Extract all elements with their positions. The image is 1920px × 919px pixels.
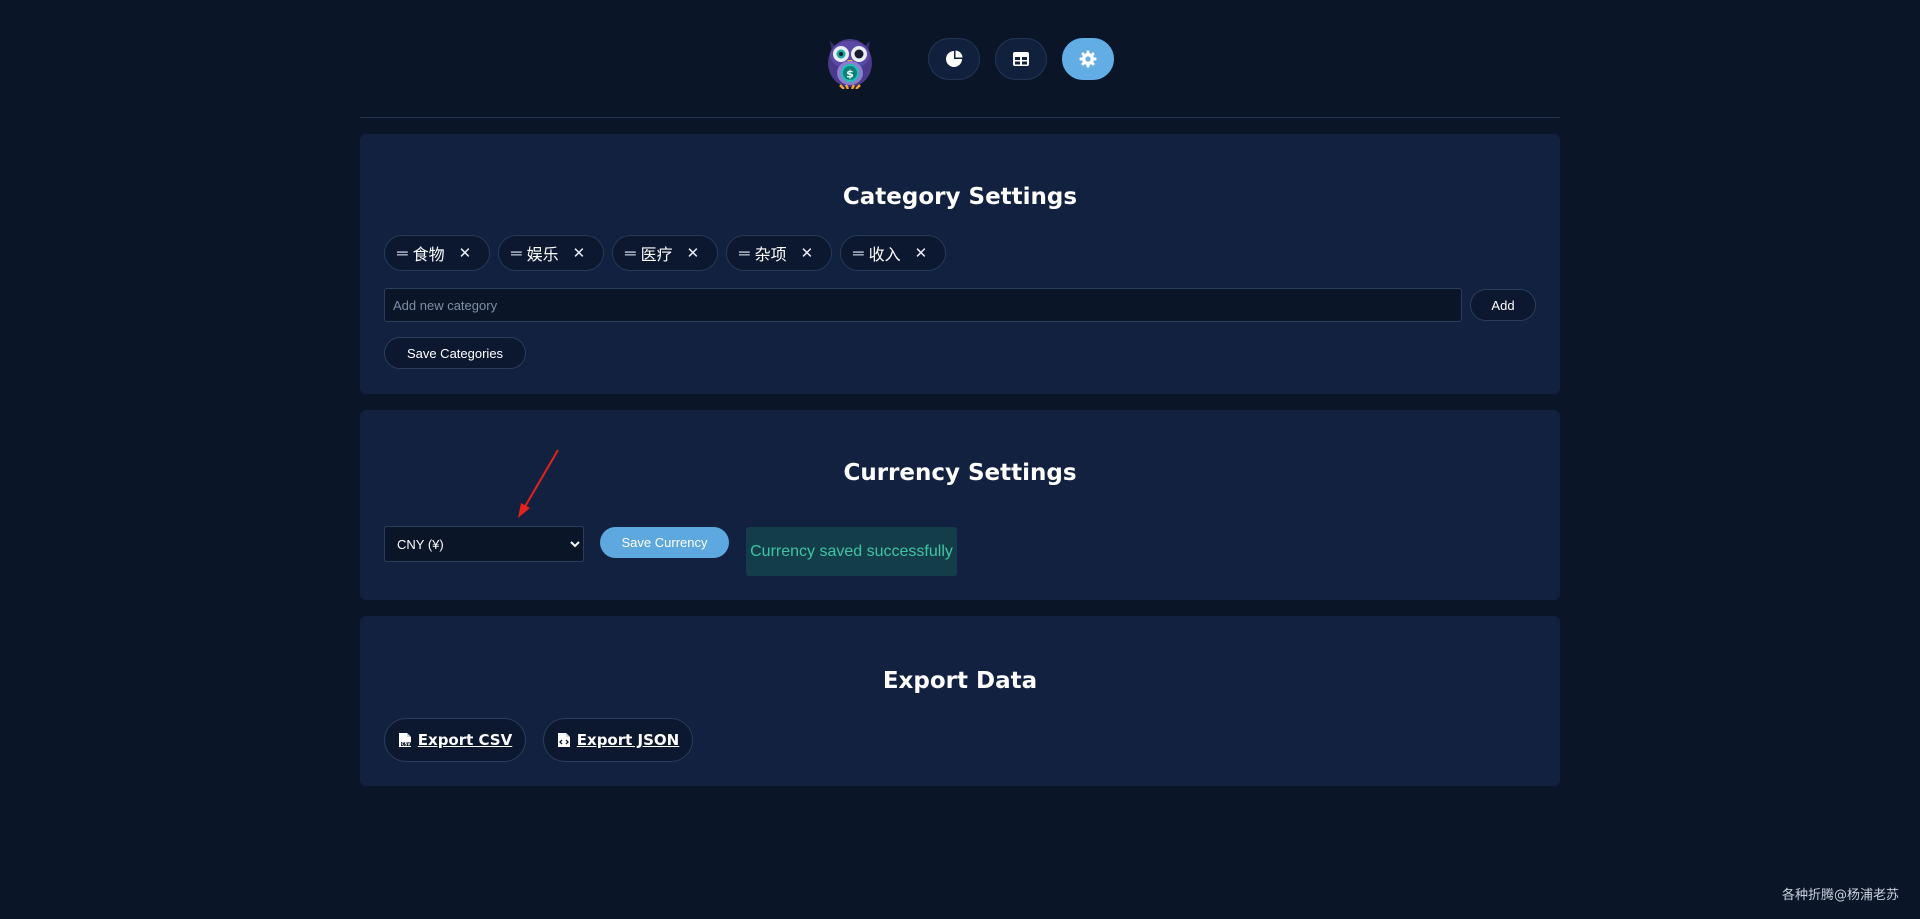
- export-data-title: Export Data: [882, 668, 1038, 694]
- close-icon[interactable]: ✕: [459, 244, 472, 262]
- export-json-label: Export JSON: [576, 731, 680, 749]
- close-icon[interactable]: ✕: [573, 244, 586, 262]
- drag-handle-icon[interactable]: ═: [625, 246, 636, 261]
- export-data-panel: Export Data CSV Export CSV Export JSON: [360, 616, 1560, 786]
- category-chip-label: 杂项: [754, 247, 787, 264]
- category-chip[interactable]: ═ 收入 ✕: [840, 235, 946, 271]
- watermark-text: 各种折腾@杨浦老苏: [1781, 888, 1899, 903]
- pie-chart-icon: [946, 50, 963, 67]
- top-header: $: [360, 0, 1560, 118]
- drag-handle-icon[interactable]: ═: [397, 246, 408, 261]
- category-chip[interactable]: ═ 杂项 ✕: [726, 235, 832, 271]
- add-category-button[interactable]: Add: [1470, 289, 1536, 321]
- category-chip-label: 食物: [412, 247, 445, 264]
- save-categories-button[interactable]: Save Categories: [384, 337, 526, 369]
- category-chip-label: 医疗: [640, 247, 673, 264]
- nav-settings-button[interactable]: [1062, 38, 1114, 80]
- svg-text:CSV: CSV: [401, 742, 411, 747]
- drag-handle-icon[interactable]: ═: [853, 246, 864, 261]
- category-chip[interactable]: ═ 食物 ✕: [384, 235, 490, 271]
- annotation-arrow-icon: [518, 449, 559, 518]
- export-json-button[interactable]: Export JSON: [543, 718, 693, 762]
- category-chip-label: 娱乐: [526, 247, 559, 264]
- table-icon: [1013, 52, 1029, 66]
- gear-icon: [1079, 50, 1097, 68]
- owl-logo: $: [828, 39, 872, 89]
- close-icon[interactable]: ✕: [915, 244, 928, 262]
- close-icon[interactable]: ✕: [801, 244, 814, 262]
- nav-reports-button[interactable]: [928, 38, 980, 80]
- category-chip[interactable]: ═ 娱乐 ✕: [498, 235, 604, 271]
- category-settings-title: Category Settings: [842, 184, 1078, 210]
- drag-handle-icon[interactable]: ═: [511, 246, 522, 261]
- file-csv-icon: CSV: [398, 733, 411, 747]
- currency-select[interactable]: CNY (¥): [384, 526, 584, 562]
- category-chip-label: 收入: [868, 247, 901, 264]
- export-csv-button[interactable]: CSV Export CSV: [384, 718, 526, 762]
- export-csv-label: Export CSV: [417, 731, 513, 749]
- category-settings-panel: Category Settings ═ 食物 ✕ ═ 娱乐 ✕ ═ 医疗 ✕ ═…: [360, 134, 1560, 394]
- nav-table-button[interactable]: [995, 38, 1047, 80]
- svg-text:$: $: [846, 68, 854, 81]
- currency-saved-status: Currency saved successfully: [746, 527, 957, 576]
- close-icon[interactable]: ✕: [687, 244, 700, 262]
- drag-handle-icon[interactable]: ═: [739, 246, 750, 261]
- category-chip[interactable]: ═ 医疗 ✕: [612, 235, 718, 271]
- new-category-input[interactable]: [384, 288, 1462, 322]
- file-code-icon: [557, 733, 570, 747]
- save-currency-button[interactable]: Save Currency: [600, 527, 729, 558]
